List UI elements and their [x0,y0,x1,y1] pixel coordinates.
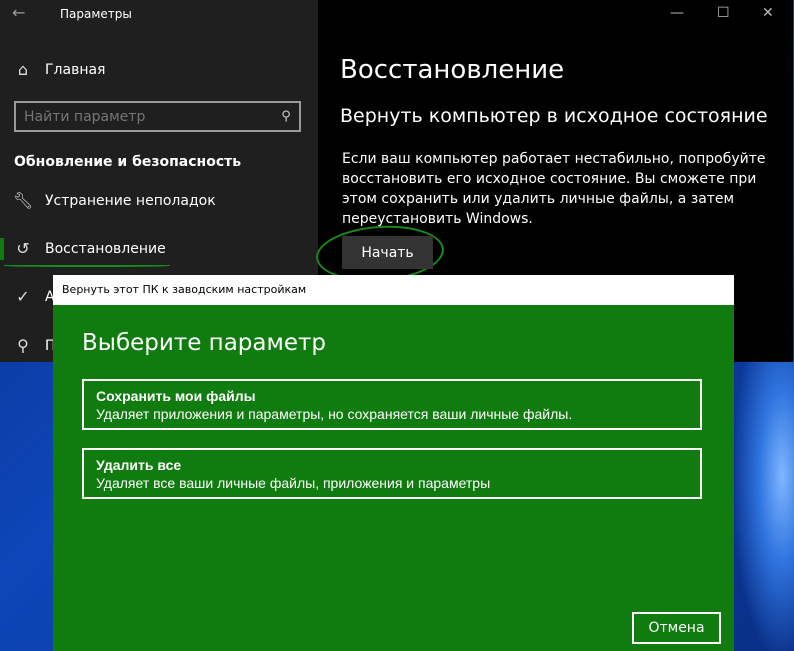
sidebar-item-troubleshoot[interactable]: 🔧︎ Устранение неполадок [12,191,216,210]
option-title: Сохранить мои файлы [96,387,256,404]
section-subtitle: Вернуть компьютер в исходное состояние [340,105,768,127]
dialog-titlebar: Вернуть этот ПК к заводским настройкам [53,275,734,305]
reset-dialog: Вернуть этот ПК к заводским настройкам В… [53,275,734,651]
sidebar-item-recovery[interactable]: ↺ Восстановление [12,239,166,258]
check-circle-icon: ✓ [16,287,30,306]
option-description: Удаляет приложения и параметры, но сохра… [96,405,573,422]
dialog-title: Вернуть этот ПК к заводским настройкам [62,283,307,296]
selection-indicator [0,238,4,260]
sidebar-item-label: Главная [45,61,106,78]
home-icon: ⌂ [17,60,29,79]
start-button[interactable]: Начать [342,236,433,269]
search-box[interactable]: ⚲ [14,101,301,132]
maximize-button[interactable]: ☐ [717,5,730,21]
window-title: Параметры [60,7,132,21]
desktop-glow [735,360,794,651]
description-text: Если ваш компьютер работает нестабильно,… [342,151,766,227]
minimize-button[interactable]: — [670,5,684,21]
page-title: Восстановление [340,55,565,85]
section-heading: Обновление и безопасность [14,154,242,170]
annotation-underline [4,264,170,267]
keep-files-option[interactable]: Сохранить мои файлы Удаляет приложения и… [82,379,702,430]
search-input[interactable] [16,108,273,125]
wrench-icon: 🔧︎ [12,191,34,210]
sidebar-item-label: Восстановление [45,240,166,257]
option-description: Удаляет все ваши личные файлы, приложени… [96,474,491,491]
back-arrow-icon[interactable]: ← [12,3,25,22]
person-icon: ⚲ [17,336,29,355]
history-icon: ↺ [16,239,30,258]
close-button[interactable]: ✕ [762,5,774,21]
sidebar-item-find-device[interactable]: ⚲ П [12,336,55,355]
sidebar-item-home[interactable]: ⌂ Главная [12,60,106,79]
search-icon[interactable]: ⚲ [273,109,299,124]
option-title: Удалить все [96,456,182,473]
sidebar-item-activation[interactable]: ✓ А [12,287,54,306]
remove-everything-option[interactable]: Удалить все Удаляет все ваши личные файл… [82,448,702,499]
sidebar-item-label: Устранение неполадок [45,192,216,209]
dialog-heading: Выберите параметр [82,330,327,356]
cancel-button[interactable]: Отмена [632,612,721,644]
